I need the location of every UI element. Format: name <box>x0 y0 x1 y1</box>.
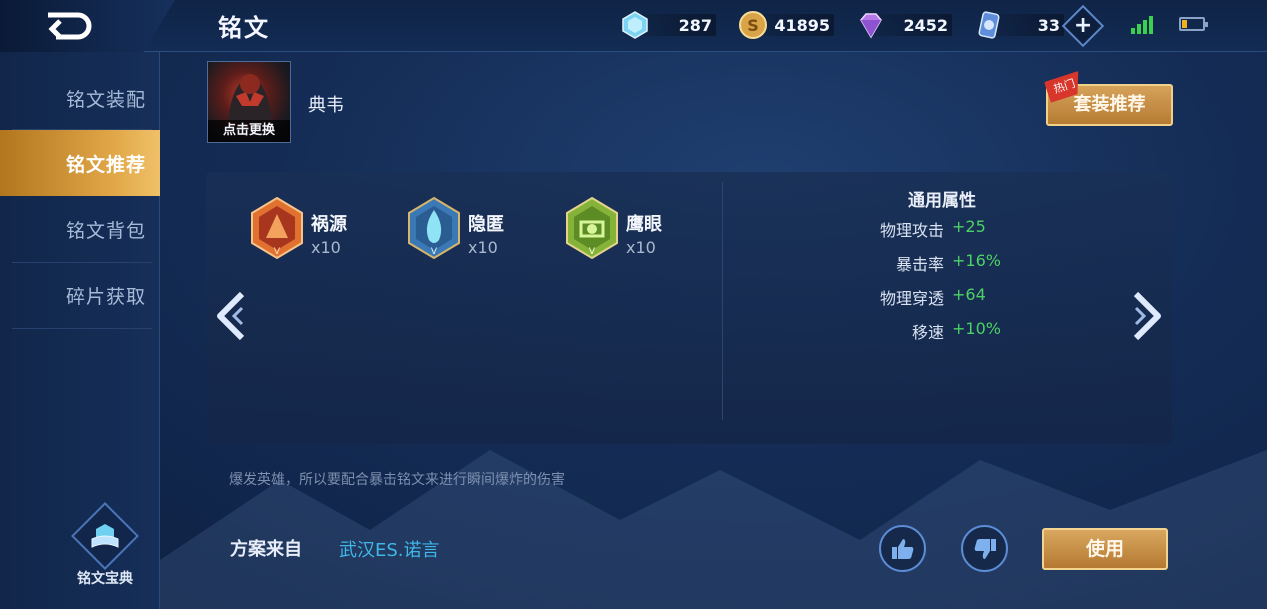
gold-coin-icon: S <box>739 11 767 39</box>
sidebar-item-rune-equip[interactable]: 铭文装配 <box>0 65 160 131</box>
next-arrow-icon[interactable] <box>1130 290 1166 342</box>
gold-value: 41895 <box>774 15 830 35</box>
change-hero-label: 点击更换 <box>208 120 290 142</box>
diamond-icon <box>860 13 882 39</box>
rune-item[interactable]: V 祸源 x10 <box>248 196 368 262</box>
gold-counter: S 41895 <box>738 9 834 41</box>
svg-text:S: S <box>747 16 759 35</box>
hero-portrait <box>228 74 272 122</box>
rune-green-icon: V <box>566 196 618 260</box>
signal-icon <box>1131 16 1153 34</box>
rune-codex-button[interactable]: 铭文宝典 <box>70 502 140 588</box>
hero-name: 典韦 <box>308 95 344 116</box>
rune-name: 祸源 <box>311 214 347 235</box>
book-icon <box>91 524 119 548</box>
description-text: 爆发英雄，所以要配合暴击铭文来进行瞬间爆炸的伤害 <box>229 472 565 488</box>
rune-item[interactable]: V 隐匿 x10 <box>405 196 525 262</box>
attribute-key: 物理穿透 <box>879 289 944 308</box>
attribute-row: 暴击率 +16% <box>820 251 1080 275</box>
battery-icon <box>1179 17 1208 31</box>
svg-text:V: V <box>589 247 596 257</box>
rune-count: x10 <box>468 238 498 257</box>
dislike-button[interactable] <box>961 525 1008 572</box>
attributes-title: 通用属性 <box>908 191 976 211</box>
plus-icon: + <box>1073 13 1093 38</box>
back-button[interactable] <box>0 0 175 52</box>
prev-arrow-icon[interactable] <box>212 290 248 342</box>
page-title: 铭文 <box>218 14 270 42</box>
rune-count: x10 <box>626 238 656 257</box>
hero-avatar[interactable]: 点击更换 <box>207 61 291 143</box>
svg-text:V: V <box>274 247 281 257</box>
attribute-key: 暴击率 <box>895 255 944 274</box>
like-button[interactable] <box>879 525 926 572</box>
attribute-value: +64 <box>952 285 986 304</box>
voucher-value: 33 <box>1037 15 1060 35</box>
rune-red-icon: V <box>251 196 303 260</box>
rune-name: 隐匿 <box>468 214 504 235</box>
rune-blue-icon: V <box>408 196 460 260</box>
crystal-icon <box>622 11 648 39</box>
attribute-key: 物理攻击 <box>879 221 944 240</box>
attribute-row: 物理穿透 +64 <box>820 285 1080 309</box>
attribute-row: 物理攻击 +25 <box>820 217 1080 241</box>
thumbs-down-icon <box>974 538 996 559</box>
attribute-row: 移速 +10% <box>820 319 1080 343</box>
voucher-counter: 33 <box>974 9 1064 41</box>
diamond-counter: 2452 <box>856 9 952 41</box>
use-button[interactable]: 使用 <box>1042 528 1168 570</box>
sidebar-item-rune-recommend[interactable]: 铭文推荐 <box>0 130 160 196</box>
codex-label: 铭文宝典 <box>77 571 133 587</box>
attribute-value: +25 <box>952 217 986 236</box>
rune-item[interactable]: V 鹰眼 x10 <box>563 196 683 262</box>
rune-count: x10 <box>311 238 341 257</box>
thumbs-up-icon <box>891 538 913 559</box>
voucher-icon <box>978 11 1000 39</box>
top-bar: 铭文 287 S 41895 2452 33 + <box>0 0 1267 52</box>
source-label: 方案来自 <box>230 539 302 560</box>
crystal-value: 287 <box>678 15 712 35</box>
sidebar-item-fragments[interactable]: 碎片获取 <box>0 262 160 328</box>
crystal-counter: 287 <box>620 9 716 41</box>
source-author-link[interactable]: 武汉ES.诺言 <box>339 536 440 562</box>
recharge-button[interactable]: + <box>1061 4 1105 48</box>
back-arrow-icon <box>47 12 91 40</box>
sidebar-item-rune-bag[interactable]: 铭文背包 <box>0 196 160 262</box>
attribute-value: +16% <box>952 251 1001 270</box>
rune-name: 鹰眼 <box>626 214 662 235</box>
svg-text:V: V <box>431 247 438 257</box>
diamond-value: 2452 <box>903 15 948 35</box>
attribute-value: +10% <box>952 319 1001 338</box>
attribute-key: 移速 <box>911 323 944 342</box>
